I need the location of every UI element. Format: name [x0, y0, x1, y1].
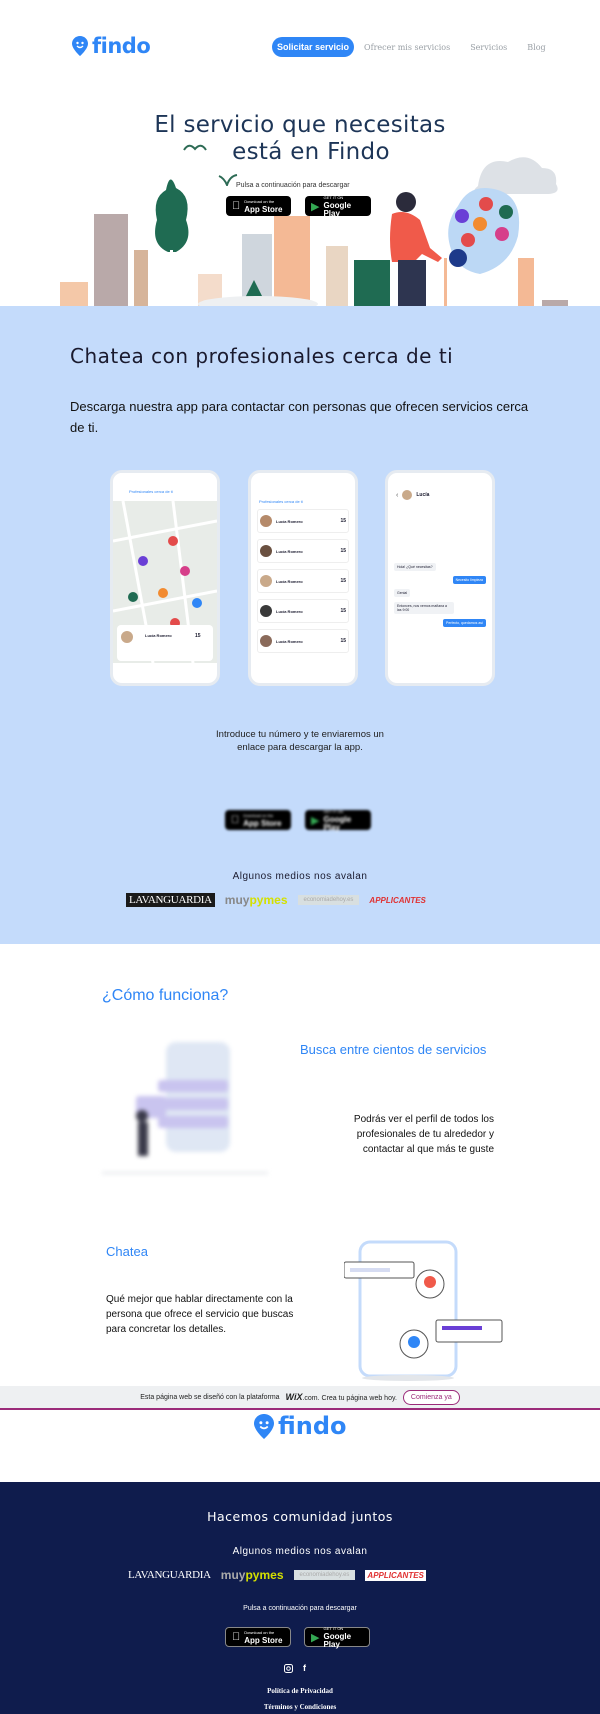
list-item: Lucía Romero 15 — [257, 599, 349, 623]
press-logo-lavanguardia[interactable]: LAVANGUARDIA — [126, 893, 215, 907]
footer-press-logos: LAVANGUARDIA muypymes economiadehoy.es A… — [128, 1568, 426, 1582]
step1-title: Busca entre cientos de servicios — [300, 1042, 487, 1057]
sms-intro-text: Introduce tu número y te enviaremos un e… — [216, 729, 384, 753]
findo-pin-icon — [72, 36, 88, 56]
privacy-policy-link[interactable]: Política de Privacidad — [0, 1687, 600, 1695]
brand-name: findo — [278, 1412, 347, 1440]
list-item: Lucía Romero 15 — [257, 629, 349, 653]
avatar — [402, 490, 413, 500]
press-logo-lavanguardia[interactable]: LAVANGUARDIA — [128, 1569, 211, 1581]
phone-chat-screenshot: ‹ Lucía Hola! ¿Qué necesitas? Necesito l… — [385, 470, 495, 686]
wix-promo-bar: Esta página web se diseñó con la platafo… — [0, 1386, 600, 1410]
chat-illustration — [344, 1240, 503, 1381]
facebook-icon[interactable]: f — [303, 1663, 306, 1673]
nav-servicios[interactable]: Servicios — [470, 43, 507, 52]
header-logo[interactable]: findo — [72, 34, 151, 58]
press-logo-applicantes[interactable]: APPLICANTES — [365, 1569, 426, 1581]
nav-solicitar-servicio[interactable]: Solicitar servicio — [272, 37, 355, 57]
chat-section-description: Descarga nuestra app para contactar con … — [70, 399, 529, 435]
chat-section-title: Chatea con profesionales cerca de ti — [70, 344, 454, 368]
list-item: Lucía Romero 15 — [257, 539, 349, 563]
apple-icon:  — [232, 1631, 240, 1643]
findo-pin-icon — [254, 1413, 274, 1439]
press-logo-applicantes[interactable]: APPLICANTES — [369, 896, 425, 905]
back-icon: ‹ — [396, 491, 399, 499]
step2-description: Qué mejor que hablar directamente con la… — [106, 1294, 294, 1335]
apple-icon:  — [231, 814, 239, 826]
phone-map-screenshot: Profesionales cerca de ti Lucía Romero 1… — [110, 470, 220, 686]
list-item: Lucía Romero 15 — [257, 509, 349, 533]
blue-googleplay-button[interactable]: ▶ GET IT ON Google Play — [305, 809, 371, 832]
press-logo-economiadehoy[interactable]: economiadehoy.es — [297, 895, 360, 905]
how-it-works-title: ¿Cómo funciona? — [102, 987, 229, 1004]
step2-title: Chatea — [106, 1244, 148, 1259]
press-heading: Algunos medios nos avalan — [232, 871, 368, 882]
footer-logo[interactable]: findo — [254, 1412, 347, 1440]
footer-appstore-button[interactable]:  Download on theApp Store — [225, 1627, 291, 1647]
phone-list-screenshot: Profesionales cerca de ti Lucía Romero 15… — [248, 470, 358, 686]
footer-press-heading: Algunos medios nos avalan — [232, 1546, 368, 1557]
list-item: Lucía Romero 15 — [257, 569, 349, 593]
press-logos: LAVANGUARDIA muypymes economiadehoy.es A… — [126, 893, 426, 907]
footer-title: Hacemos comunidad juntos — [207, 1509, 393, 1524]
press-logo-muypymes[interactable]: muypymes — [225, 893, 288, 907]
blue-appstore-button[interactable]:  Download on theApp Store — [225, 810, 291, 830]
press-logo-muypymes[interactable]: muypymes — [221, 1568, 284, 1582]
nav-ofrecer-servicios[interactable]: Ofrecer mis servicios — [364, 43, 450, 52]
instagram-icon[interactable] — [284, 1664, 293, 1673]
footer-googleplay-button[interactable]: ▶ GET IT ON Google Play — [304, 1626, 370, 1649]
terms-link[interactable]: Términos y Condiciones — [0, 1703, 600, 1711]
nav-blog[interactable]: Blog — [527, 43, 545, 52]
play-icon: ▶ — [311, 814, 320, 827]
map-view — [113, 500, 217, 664]
search-illustration — [102, 1042, 268, 1174]
brand-name: findo — [92, 34, 151, 58]
footer-download-hint: Pulsa a continuación para descargar — [243, 1605, 357, 1612]
wix-start-button[interactable]: Comienza ya — [402, 1389, 460, 1405]
step1-description: Podrás ver el perfil de todos los profes… — [353, 1114, 494, 1155]
main-nav: Solicitar servicio Ofrecer mis servicios… — [272, 37, 566, 57]
play-icon: ▶ — [311, 1631, 320, 1644]
press-logo-economiadehoy[interactable]: economiadehoy.es — [293, 1570, 356, 1580]
hero-city-illustration — [60, 157, 568, 308]
